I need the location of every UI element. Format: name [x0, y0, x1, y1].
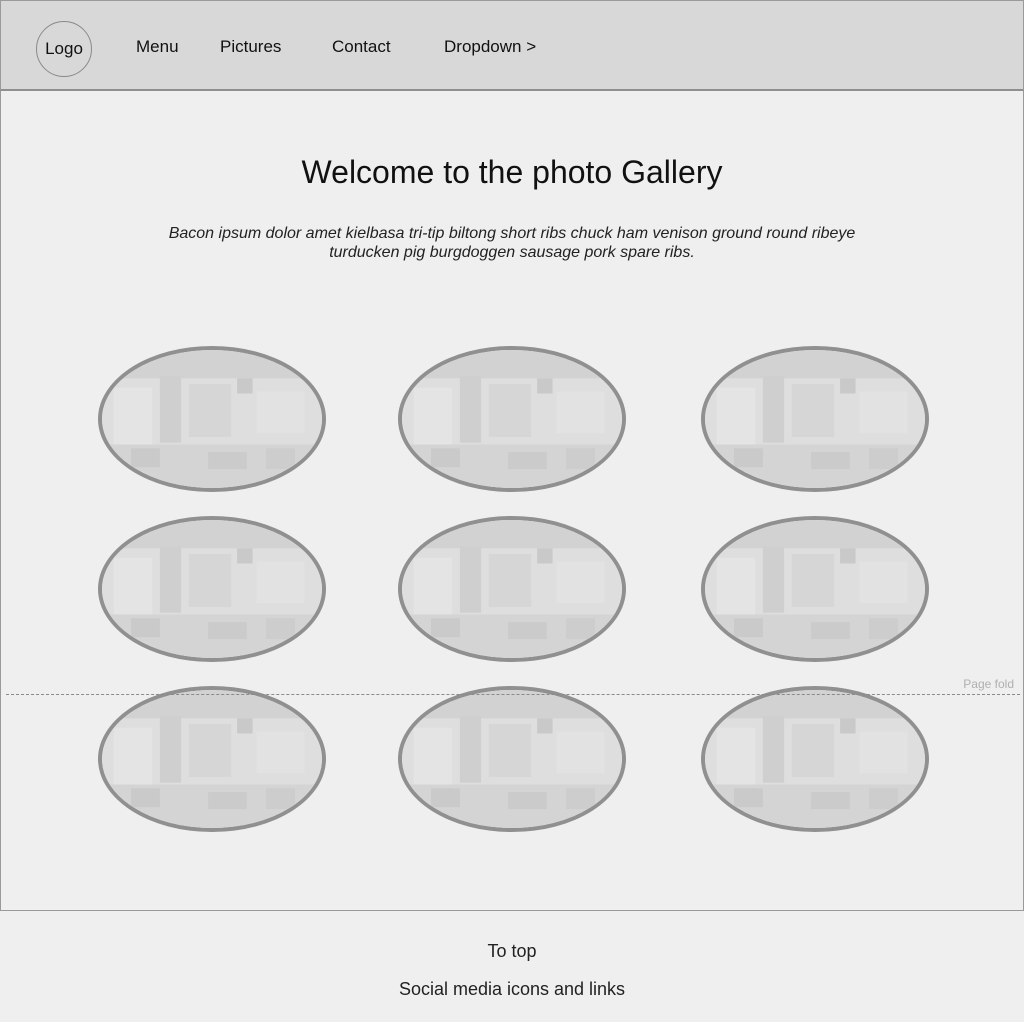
gallery-photo-9[interactable]	[701, 686, 929, 832]
nav-item-pictures[interactable]: Pictures	[220, 37, 281, 57]
page-fold-line	[6, 694, 1020, 695]
site-header: Logo Menu Pictures Contact Dropdown >	[0, 0, 1024, 91]
site-footer: To top Social media icons and links	[0, 910, 1024, 1022]
page-fold-label: Page fold	[963, 677, 1014, 691]
gallery-photo-5[interactable]	[398, 516, 626, 662]
gallery-photo-8[interactable]	[398, 686, 626, 832]
nav-item-dropdown[interactable]: Dropdown >	[444, 37, 536, 57]
gallery-photo-1[interactable]	[98, 346, 326, 492]
gallery-photo-4[interactable]	[98, 516, 326, 662]
gallery-photo-3[interactable]	[701, 346, 929, 492]
gallery-photo-7[interactable]	[98, 686, 326, 832]
intro-text: Bacon ipsum dolor amet kielbasa tri-tip …	[168, 225, 856, 261]
gallery-photo-6[interactable]	[701, 516, 929, 662]
logo[interactable]: Logo	[36, 21, 92, 77]
to-top-link[interactable]: To top	[0, 941, 1024, 962]
nav-item-menu[interactable]: Menu	[136, 37, 179, 57]
social-media-links[interactable]: Social media icons and links	[0, 979, 1024, 1000]
page-title: Welcome to the photo Gallery	[301, 154, 723, 190]
gallery-photo-2[interactable]	[398, 346, 626, 492]
nav-item-contact[interactable]: Contact	[332, 37, 391, 57]
